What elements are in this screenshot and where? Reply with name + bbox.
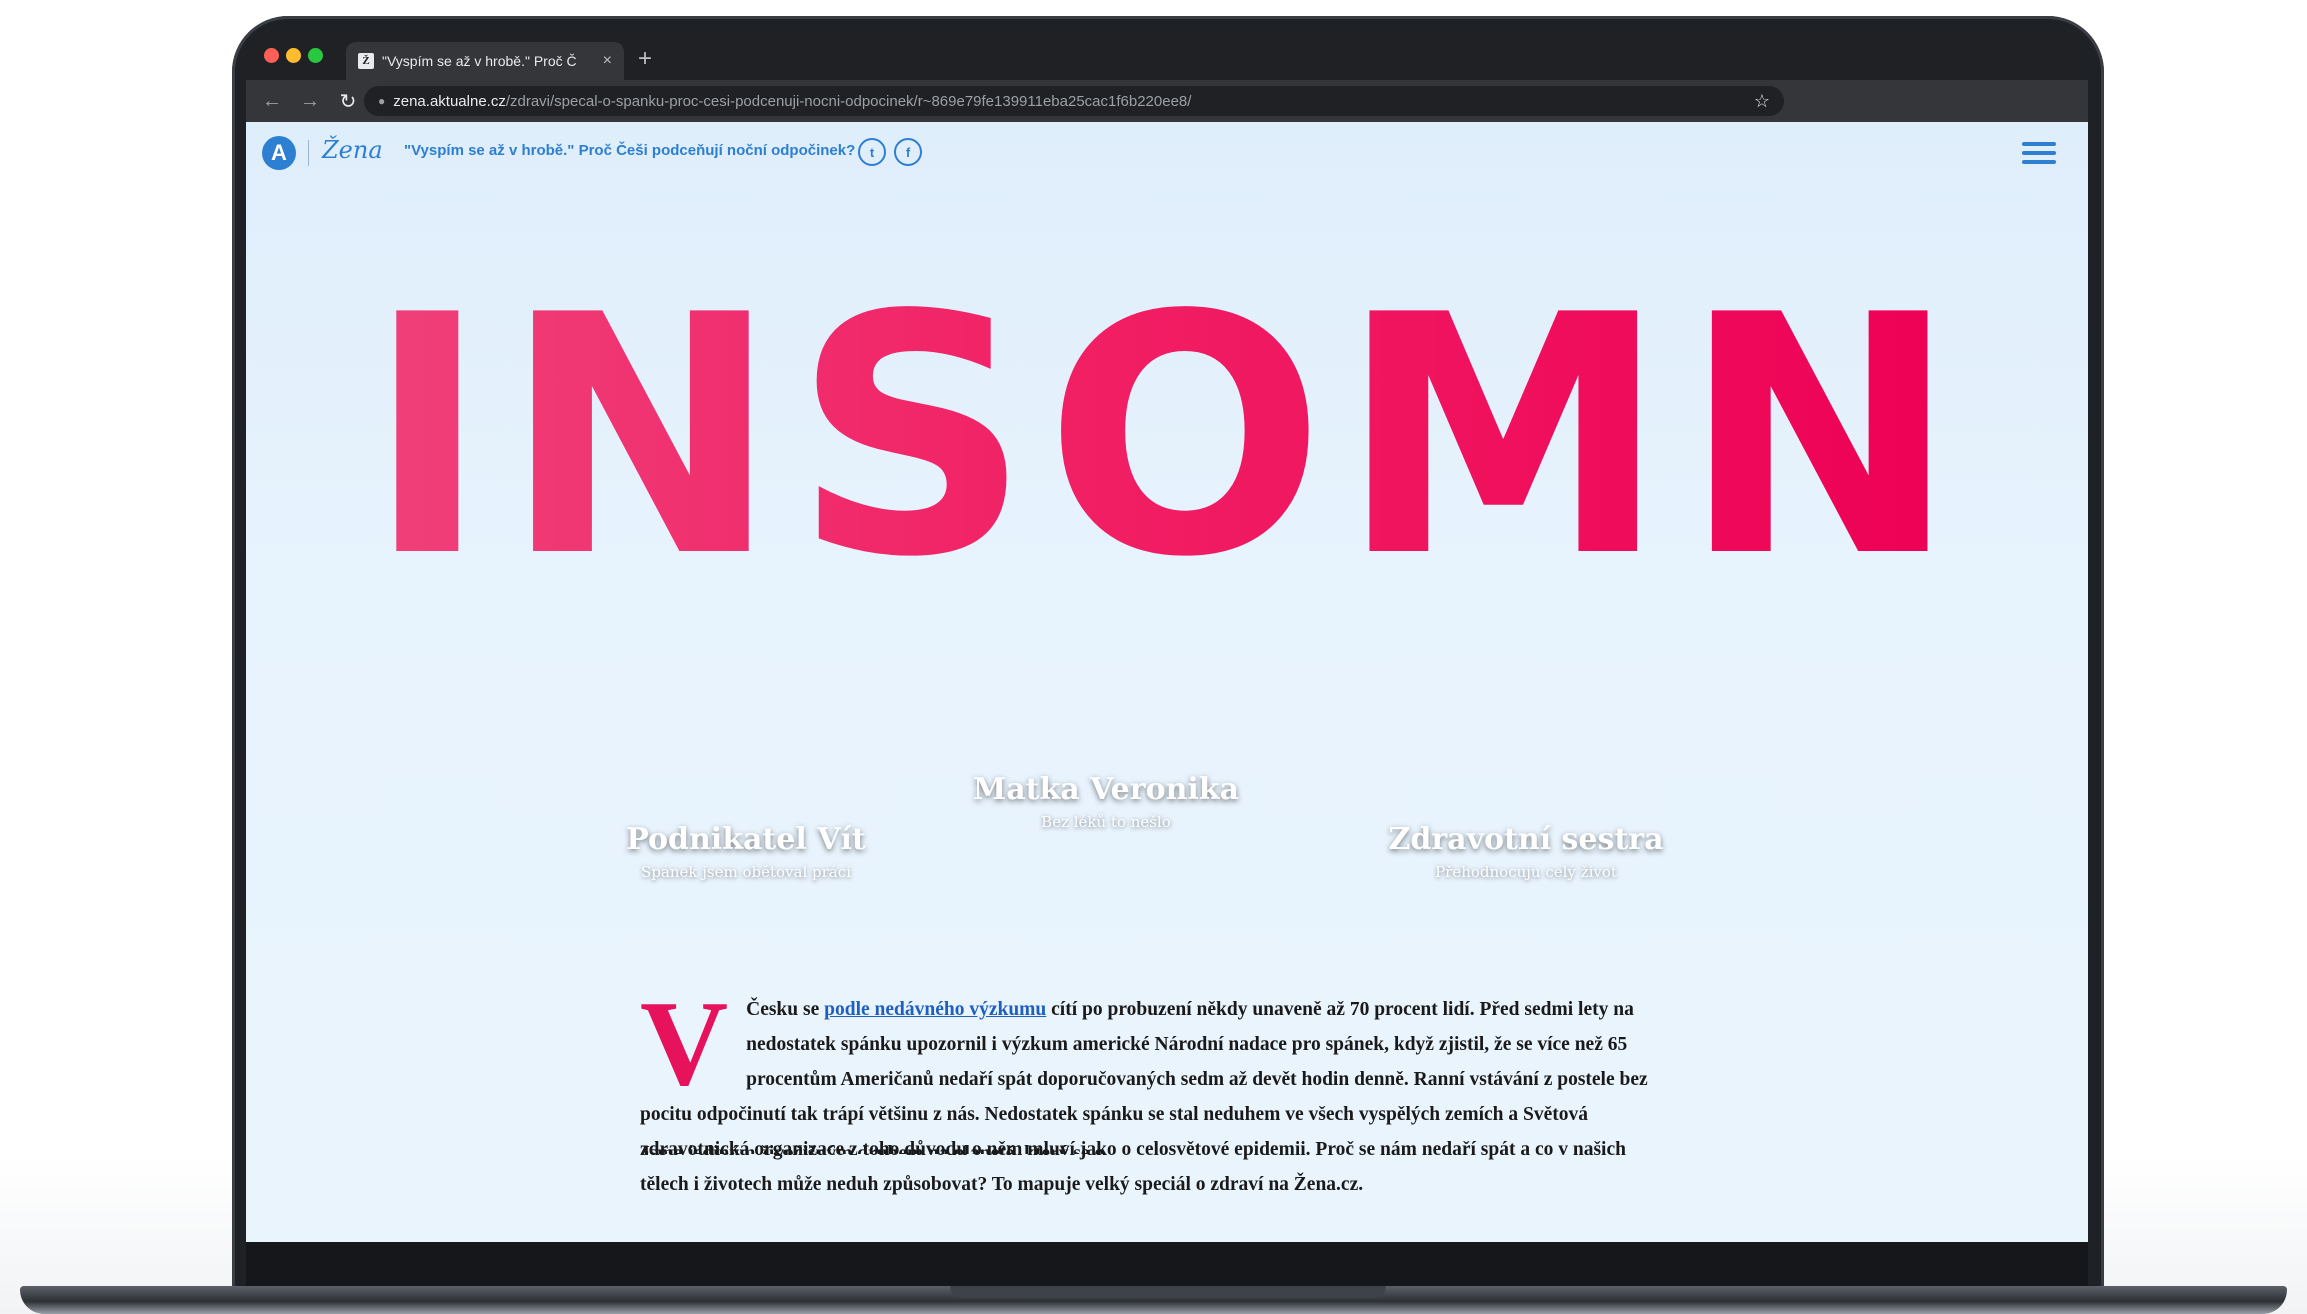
person-caption: Zdravotní sestra Přehodnocuju celý život [1366, 822, 1686, 881]
person-name: Zdravotní sestra [1388, 822, 1664, 857]
article-intro: V Česku se podle nedávného výzkumu cítí … [640, 976, 1650, 1202]
browser-tabstrip: Ž "Vyspím se až v hrobě." Proč Č × + [246, 34, 2088, 80]
close-tab-icon[interactable]: × [603, 52, 612, 70]
dropcap: V [640, 976, 729, 1111]
article-header-title: "Vyspím se až v hrobě." Proč Češi podceň… [404, 142, 856, 159]
person-matka-veronika[interactable]: Matka Veronika Bez léků to nešlo [906, 352, 1306, 902]
facebook-share-icon[interactable]: f [894, 138, 922, 166]
browser-toolbar: ← → ↻ ● zena.aktualne.cz /zdravi/specal-… [246, 80, 2088, 122]
person-zdravotni-sestra[interactable]: Zdravotní sestra Přehodnocuju celý život [1346, 402, 1706, 902]
person-caption: Podnikatel Vít Spánek jsem obětoval prác… [586, 822, 906, 881]
browser-tab[interactable]: Ž "Vyspím se až v hrobě." Proč Č × [346, 42, 624, 80]
address-bar[interactable]: ● zena.aktualne.cz /zdravi/specal-o-span… [364, 86, 1784, 116]
bookmark-star-icon[interactable]: ☆ [1754, 91, 1770, 112]
minimize-window-button[interactable] [286, 48, 301, 63]
lock-icon: ● [378, 94, 386, 108]
person-subtitle: Přehodnocuju celý život [1435, 863, 1617, 881]
hamburger-menu-icon[interactable] [2022, 142, 2056, 166]
intro-text-rest: cítí po probuzení někdy unaveně až 70 pr… [640, 999, 1648, 1195]
twitter-share-icon[interactable]: t [858, 138, 886, 166]
person-subtitle: Spánek jsem obětoval práci [641, 863, 851, 881]
research-link[interactable]: podle nedávného výzkumu [824, 999, 1046, 1020]
forward-icon[interactable]: → [298, 90, 322, 113]
laptop-screen: Ž "Vyspím se až v hrobě." Proč Č × + ← →… [246, 34, 2088, 1242]
new-tab-button[interactable]: + [638, 44, 652, 74]
back-icon[interactable]: ← [260, 90, 284, 113]
screen-bottom-bezel [246, 1242, 2088, 1286]
url-domain: zena.aktualne.cz [393, 92, 506, 110]
reload-icon[interactable]: ↻ [336, 89, 360, 114]
zena-logo[interactable]: Žena [322, 136, 383, 164]
person-caption: Matka Veronika Bez léků to nešlo [946, 772, 1266, 831]
person-name: Podnikatel Vít [626, 822, 866, 857]
site-header: A Žena "Vyspím se až v hrobě." Proč Češi… [246, 122, 2088, 182]
close-window-button[interactable] [264, 48, 279, 63]
zena-favicon-icon: Ž [358, 53, 374, 69]
person-subtitle: Bez léků to nešlo [1041, 813, 1171, 831]
next-paragraph: Jsme jediným živočišným druhem na planet… [640, 1143, 1119, 1154]
intro-text-start: Česku se [746, 999, 825, 1020]
maximize-window-button[interactable] [308, 48, 323, 63]
person-name: Matka Veronika [972, 772, 1240, 807]
logo-divider [308, 140, 309, 166]
aktualne-logo[interactable]: A [262, 136, 296, 170]
laptop-notch [950, 1286, 1386, 1298]
tab-title: "Vyspím se až v hrobě." Proč Č [382, 53, 577, 69]
url-path: /zdravi/specal-o-spanku-proc-cesi-podcen… [505, 92, 1192, 110]
web-page: A Žena "Vyspím se až v hrobě." Proč Češi… [246, 122, 2088, 1242]
person-podnikatel-vit[interactable]: Podnikatel Vít Spánek jsem obětoval prác… [556, 382, 936, 902]
